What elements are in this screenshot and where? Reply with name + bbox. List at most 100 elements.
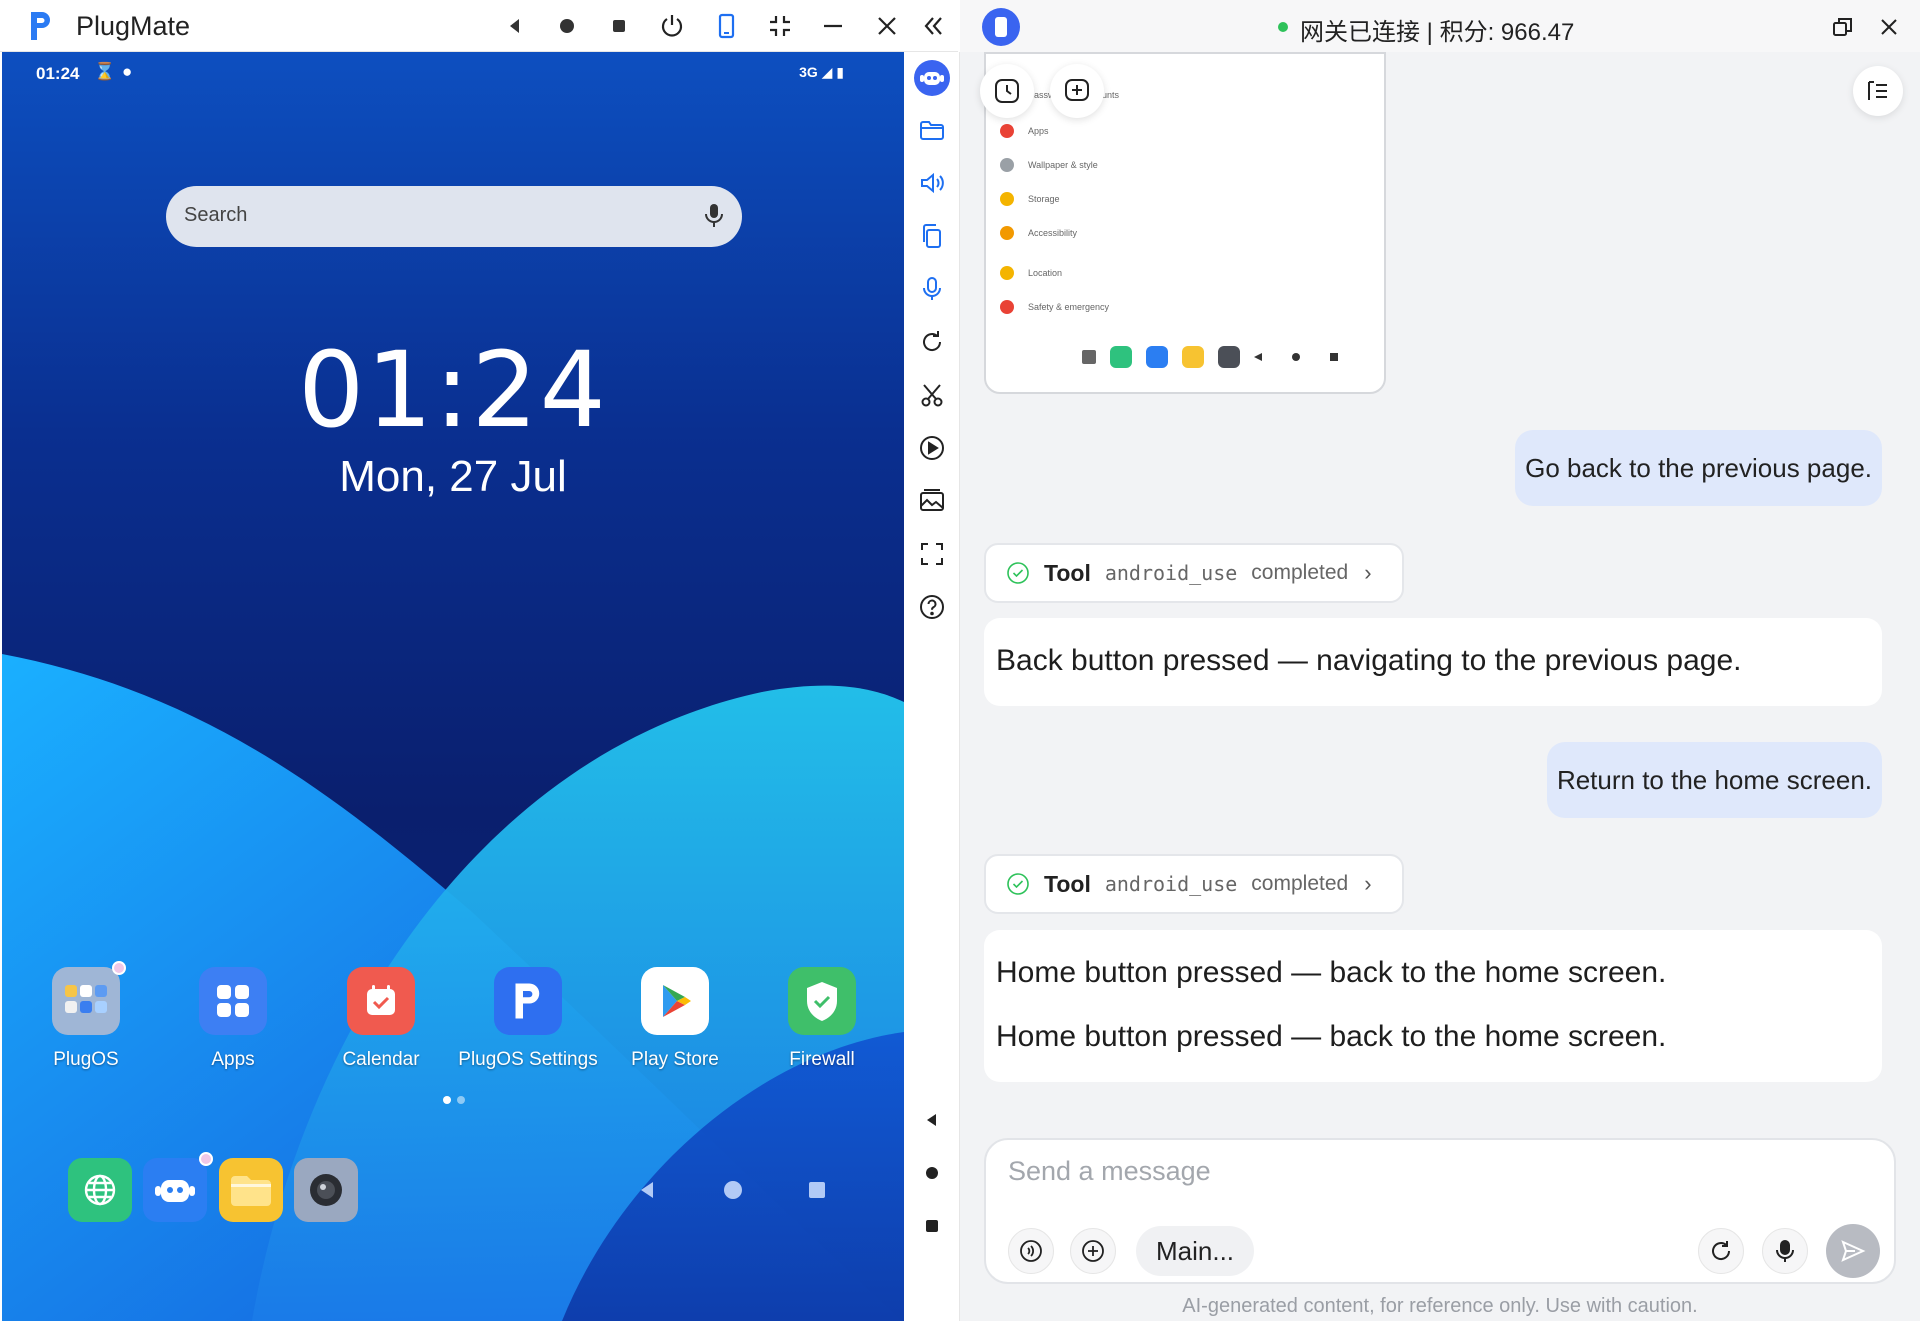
- home-icon[interactable]: [548, 8, 586, 44]
- browser-globe-icon[interactable]: [68, 1158, 132, 1222]
- user-message-text: Return to the home screen.: [1556, 764, 1872, 795]
- refresh-icon[interactable]: [1698, 1228, 1744, 1274]
- play-icon[interactable]: [916, 432, 948, 464]
- firewall-shield-icon: [788, 967, 856, 1035]
- notification-badge: [112, 961, 126, 975]
- collapse-icon[interactable]: [914, 8, 952, 44]
- tool-call-pill[interactable]: Tool android_use completed ›: [984, 543, 1404, 603]
- chevron-right-icon: ›: [1364, 871, 1372, 896]
- scissors-icon[interactable]: [916, 379, 948, 411]
- app-firewall[interactable]: Firewall: [747, 967, 897, 1071]
- calendar-icon: [347, 967, 415, 1035]
- search-bar[interactable]: Search: [166, 186, 742, 247]
- copy-icon[interactable]: [916, 220, 948, 252]
- plugos-folder-icon: [52, 961, 126, 1035]
- voice-mode-icon[interactable]: [1008, 1228, 1054, 1274]
- files-folder-icon[interactable]: [219, 1158, 283, 1222]
- connection-status-dot: [1278, 22, 1288, 32]
- message-input[interactable]: Send a message: [1008, 1156, 1211, 1187]
- thumb-row-label: Storage: [1028, 194, 1060, 204]
- robot-icon[interactable]: [914, 60, 950, 96]
- tool-status: completed: [1251, 561, 1349, 584]
- nav-back-icon[interactable]: [634, 1177, 660, 1203]
- minimize-icon[interactable]: [814, 8, 852, 44]
- volume-icon[interactable]: [916, 167, 948, 199]
- android-status-bar: 01:24 ⌛ ● 3G ◢ ▮: [36, 62, 874, 86]
- close-panel-icon[interactable]: [1872, 10, 1906, 44]
- power-icon[interactable]: [653, 8, 691, 44]
- send-icon: [1841, 1240, 1866, 1262]
- window-title-bar: PlugMate: [0, 0, 958, 52]
- nav-home-icon[interactable]: [720, 1177, 746, 1203]
- tool-label: Tool: [1044, 870, 1091, 897]
- thumb-row-label: Safety & emergency: [1028, 302, 1110, 312]
- phone-screen[interactable]: 01:24 ⌛ ● 3G ◢ ▮ Search 01:24 Mon, 27 Ju…: [2, 52, 904, 1321]
- chevron-right-icon: ›: [1364, 560, 1372, 585]
- restore-window-icon[interactable]: [1826, 10, 1860, 44]
- back-icon[interactable]: [496, 8, 534, 44]
- chat-header: 网关已连接 | 积分: 966.47: [960, 0, 1920, 52]
- status-time: 01:24: [36, 64, 80, 83]
- microphone-icon[interactable]: [1762, 1228, 1808, 1274]
- screenshot-thumbnail[interactable]: Passwords & accounts Apps Wallpaper & st…: [984, 52, 1386, 394]
- apps-grid-icon: [199, 967, 267, 1035]
- close-icon[interactable]: [868, 8, 906, 44]
- device-icon[interactable]: [982, 8, 1020, 46]
- app-apps[interactable]: Apps: [158, 967, 308, 1071]
- app-plugos[interactable]: PlugOS: [11, 961, 161, 1071]
- new-chat-icon[interactable]: [1050, 64, 1104, 118]
- check-circle-icon: [1007, 873, 1029, 895]
- nav-recents-icon[interactable]: [804, 1177, 830, 1203]
- model-selector[interactable]: Main...: [1136, 1226, 1254, 1276]
- home-dot-icon[interactable]: [916, 1157, 948, 1189]
- app-label: Firewall: [789, 1049, 855, 1070]
- assistant-message: Home button pressed — back to the home s…: [984, 930, 1882, 1082]
- hourglass-icon: ⌛: [94, 62, 116, 81]
- shrink-icon[interactable]: [761, 8, 799, 44]
- rotate-icon[interactable]: [916, 326, 948, 358]
- assistant-message-text: Home button pressed — back to the home s…: [996, 956, 1667, 989]
- page-dot-active: [443, 1096, 451, 1104]
- robot-app-icon[interactable]: [143, 1152, 213, 1222]
- clock-time: 01:24: [298, 329, 608, 451]
- page-indicator: [440, 1091, 468, 1109]
- outline-list-icon[interactable]: [1853, 66, 1903, 116]
- app-title: PlugMate: [76, 11, 191, 41]
- recents-square-icon[interactable]: [916, 1210, 948, 1242]
- send-button[interactable]: [1826, 1224, 1880, 1278]
- thumb-row-label: Apps: [1028, 126, 1049, 136]
- network-indicator: 3G ◢ ▮: [799, 64, 844, 80]
- app-label: Play Store: [631, 1049, 719, 1070]
- fullscreen-icon[interactable]: [916, 538, 948, 570]
- app-calendar[interactable]: Calendar: [306, 967, 456, 1071]
- chat-panel: 网关已连接 | 积分: 966.47 Passwords & accounts …: [960, 0, 1920, 1321]
- side-toolbar: [904, 52, 960, 1321]
- assistant-message: Back button pressed — navigating to the …: [984, 618, 1882, 706]
- user-message: Go back to the previous page.: [1515, 430, 1882, 506]
- phone-icon[interactable]: [707, 8, 745, 44]
- plugmate-logo-icon: [31, 12, 50, 40]
- assistant-message-text: Back button pressed — navigating to the …: [996, 644, 1742, 677]
- app-play-store[interactable]: Play Store: [600, 967, 750, 1071]
- page-dot: [457, 1096, 465, 1104]
- history-icon[interactable]: [980, 64, 1034, 118]
- thumb-row: Apps: [1000, 124, 1049, 138]
- tool-call-pill[interactable]: Tool android_use completed ›: [984, 854, 1404, 914]
- add-attachment-icon[interactable]: [1070, 1228, 1116, 1274]
- folder-icon[interactable]: [916, 114, 948, 146]
- stop-icon[interactable]: [600, 8, 638, 44]
- message-composer: Send a message Main...: [984, 1138, 1896, 1284]
- gallery-icon[interactable]: [916, 485, 948, 517]
- mic-icon[interactable]: [916, 273, 948, 305]
- check-circle-icon: [1007, 562, 1029, 584]
- app-plugos-settings[interactable]: PlugOS Settings: [453, 967, 603, 1071]
- back-triangle-icon[interactable]: [916, 1104, 948, 1136]
- thumb-row-label: Wallpaper & style: [1028, 160, 1098, 170]
- mic-icon[interactable]: [702, 200, 726, 232]
- user-message-text: Go back to the previous page.: [1525, 452, 1872, 483]
- play-store-icon: [641, 967, 709, 1035]
- help-icon[interactable]: [916, 591, 948, 623]
- camera-icon[interactable]: [294, 1158, 358, 1222]
- thumb-row-label: Accessibility: [1028, 228, 1078, 238]
- notification-badge: [199, 1152, 213, 1166]
